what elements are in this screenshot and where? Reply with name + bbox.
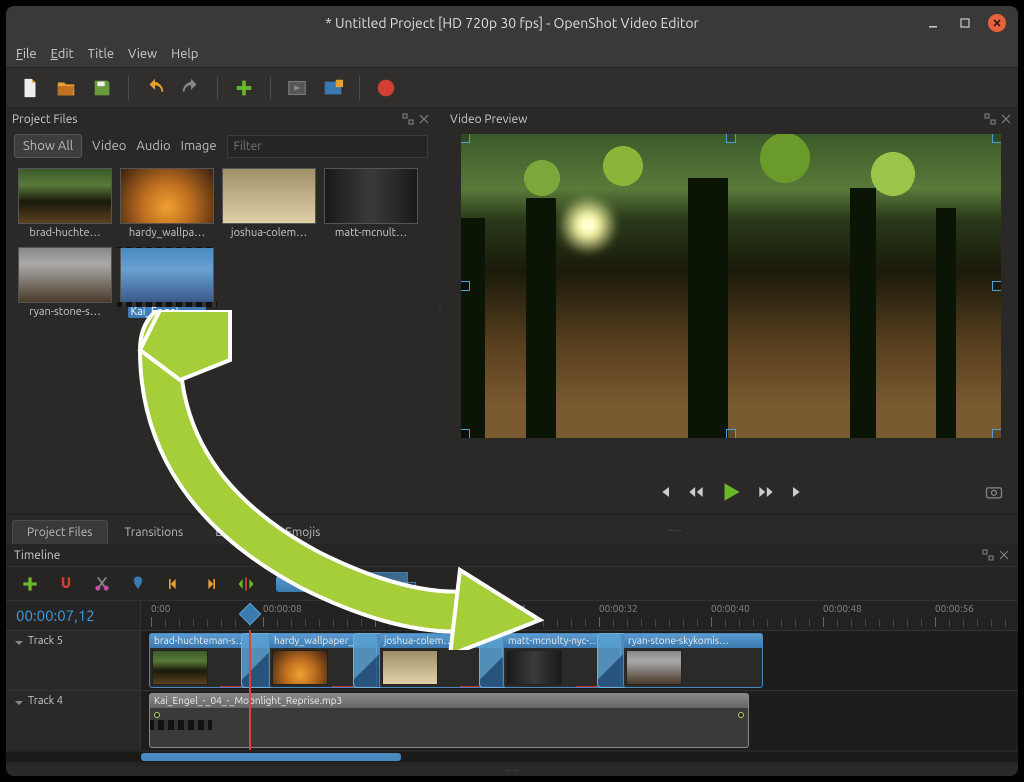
marker-button[interactable] bbox=[124, 570, 152, 598]
preview-canvas[interactable] bbox=[461, 134, 1001, 438]
thumb-item[interactable]: brad-huchte… bbox=[15, 168, 115, 239]
menubar: File Edit Title View Help bbox=[6, 40, 1018, 68]
audio-clip[interactable]: Kai_Engel_-_04_-_Moonlight_Reprise.mp3 bbox=[149, 693, 749, 748]
window-title: * Untitled Project [HD 720p 30 fps] - Op… bbox=[6, 15, 1018, 31]
close-panel-icon[interactable] bbox=[1000, 113, 1012, 125]
fullscreen-button[interactable] bbox=[319, 74, 347, 102]
timeline-scrollbar[interactable] bbox=[6, 752, 1018, 762]
menu-edit[interactable]: Edit bbox=[51, 47, 74, 61]
clip[interactable]: ryan-stone-skykomis… bbox=[623, 633, 763, 688]
redo-button[interactable] bbox=[177, 74, 205, 102]
minimize-button[interactable] bbox=[924, 14, 942, 32]
titlebar[interactable]: * Untitled Project [HD 720p 30 fps] - Op… bbox=[6, 6, 1018, 40]
timeline-toolbar bbox=[6, 566, 1018, 600]
export-button[interactable] bbox=[372, 74, 400, 102]
close-panel-icon[interactable] bbox=[418, 113, 430, 125]
thumb-item-selected[interactable]: Kai_Engel_-_… bbox=[117, 247, 217, 318]
timeline-title: Timeline bbox=[14, 549, 60, 562]
vertical-splitter[interactable]: ⋮ bbox=[436, 108, 444, 514]
prev-marker-button[interactable] bbox=[160, 570, 188, 598]
timeline-panel: Timeline 00:00:07,12 0:0000:00:0800:00:1… bbox=[6, 544, 1018, 776]
detach-panel-icon[interactable] bbox=[982, 549, 994, 561]
thumb-item[interactable]: ryan-stone-s… bbox=[15, 247, 115, 318]
menu-view[interactable]: View bbox=[128, 47, 157, 61]
center-playhead-button[interactable] bbox=[232, 570, 260, 598]
jump-end-button[interactable] bbox=[788, 482, 808, 506]
thumb-item[interactable]: joshua-colem… bbox=[219, 168, 319, 239]
track-lane[interactable]: brad-huchteman-s… hardy_wallpaper_… josh… bbox=[141, 631, 1018, 690]
tab-transitions[interactable]: Transitions bbox=[110, 520, 199, 544]
filter-show-all[interactable]: Show All bbox=[14, 134, 82, 158]
playhead[interactable] bbox=[249, 630, 251, 750]
import-files-button[interactable] bbox=[230, 74, 258, 102]
tracks-area: Track 5 brad-huchteman-s… hardy_wallpape… bbox=[6, 630, 1018, 750]
tab-emojis[interactable]: Emojis bbox=[270, 520, 335, 544]
track-header[interactable]: Track 5 bbox=[6, 631, 141, 690]
maximize-button[interactable] bbox=[956, 14, 974, 32]
snap-button[interactable] bbox=[52, 570, 80, 598]
snapshot-button[interactable] bbox=[984, 482, 1004, 506]
bottom-splitter[interactable]: ······ bbox=[6, 766, 1018, 776]
filter-image[interactable]: Image bbox=[181, 139, 217, 153]
rewind-button[interactable] bbox=[686, 482, 706, 506]
main-toolbar bbox=[6, 68, 1018, 108]
tab-effects[interactable]: Effects bbox=[200, 520, 268, 544]
razor-button[interactable] bbox=[88, 570, 116, 598]
zoom-slider[interactable] bbox=[276, 574, 416, 594]
app-window: * Untitled Project [HD 720p 30 fps] - Op… bbox=[6, 6, 1018, 776]
play-button[interactable] bbox=[718, 479, 744, 509]
menu-help[interactable]: Help bbox=[171, 47, 198, 61]
bottom-tabs: Project Files Transitions Effects Emojis… bbox=[6, 514, 1018, 544]
thumb-item[interactable]: hardy_wallpa… bbox=[117, 168, 217, 239]
open-project-button[interactable] bbox=[52, 74, 80, 102]
close-panel-icon[interactable] bbox=[998, 549, 1010, 561]
profile-button[interactable] bbox=[283, 74, 311, 102]
project-files-panel: Project Files Show All Video Audio Image… bbox=[6, 108, 436, 514]
detach-panel-icon[interactable] bbox=[402, 113, 414, 125]
close-button[interactable] bbox=[988, 14, 1006, 32]
video-preview-panel: Video Preview bbox=[444, 108, 1018, 514]
menu-file[interactable]: File bbox=[16, 47, 37, 61]
thumb-item[interactable]: matt-mcnult… bbox=[321, 168, 421, 239]
filter-audio[interactable]: Audio bbox=[136, 139, 170, 153]
forward-button[interactable] bbox=[756, 482, 776, 506]
add-track-button[interactable] bbox=[16, 570, 44, 598]
detach-panel-icon[interactable] bbox=[984, 113, 996, 125]
undo-button[interactable] bbox=[141, 74, 169, 102]
video-preview-title: Video Preview bbox=[450, 113, 527, 126]
timecode-display[interactable]: 00:00:07,12 bbox=[6, 601, 141, 630]
track-lane[interactable]: Kai_Engel_-_04_-_Moonlight_Reprise.mp3 bbox=[141, 691, 1018, 750]
jump-start-button[interactable] bbox=[654, 482, 674, 506]
tab-project-files[interactable]: Project Files bbox=[12, 520, 108, 544]
project-files-title: Project Files bbox=[12, 113, 78, 126]
project-files-grid: brad-huchte… hardy_wallpa… joshua-colem…… bbox=[6, 166, 436, 514]
filter-input[interactable] bbox=[227, 135, 428, 158]
filter-video[interactable]: Video bbox=[92, 139, 126, 153]
track-header[interactable]: Track 4 bbox=[6, 691, 141, 750]
next-marker-button[interactable] bbox=[196, 570, 224, 598]
new-project-button[interactable] bbox=[16, 74, 44, 102]
time-ruler[interactable]: 0:0000:00:0800:00:1600:00:2400:00:3200:0… bbox=[141, 601, 1018, 630]
menu-title[interactable]: Title bbox=[88, 47, 114, 61]
save-project-button[interactable] bbox=[88, 74, 116, 102]
transport-controls bbox=[444, 474, 1018, 514]
